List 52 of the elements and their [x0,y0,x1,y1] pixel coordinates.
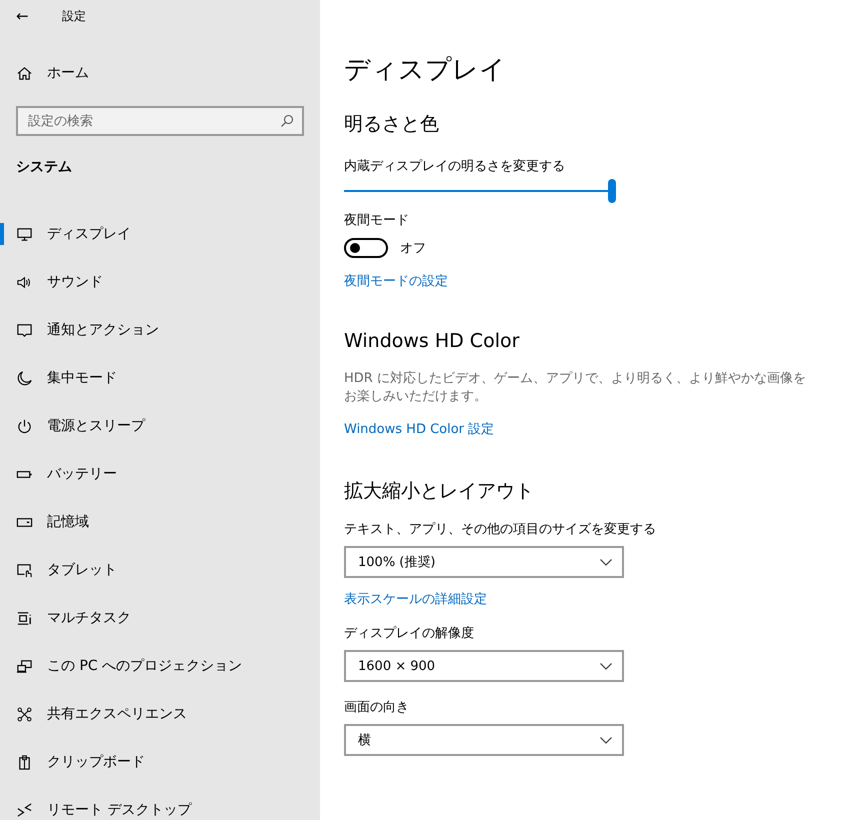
sidebar-item[interactable]: 共有エクスペリエンス [0,690,320,738]
slider-thumb[interactable] [608,179,616,203]
section-heading: 明るさと色 [344,112,440,137]
sidebar-item[interactable]: マルチタスク [0,594,320,642]
hd-color-link[interactable]: Windows HD Color 設定 [344,420,862,438]
sidebar-item[interactable]: ディスプレイ [0,210,320,258]
dropdown-label: テキスト、アプリ、その他の項目のサイズを変更する [344,521,657,538]
sidebar-item[interactable]: 電源とスリープ [0,402,320,450]
toggle-switch[interactable] [344,238,388,258]
section-heading: システム [16,158,73,176]
multitask-icon [16,610,33,626]
clipboard-icon [16,754,33,770]
speech-bubble-icon [16,322,33,338]
tablet-icon [16,562,33,578]
search-field[interactable]: 設定の検索 [16,106,304,136]
page-title: ディスプレイ [344,54,507,87]
sidebar-item[interactable]: 記憶域 [0,498,320,546]
section-heading: Windows HD Color [344,330,520,352]
moon-icon [16,370,33,386]
night-mode-link[interactable]: 夜間モードの設定 [344,272,862,290]
sidebar-item[interactable]: この PC へのプロジェクション [0,642,320,690]
monitor-icon [16,226,33,242]
sidebar-item[interactable]: サウンド [0,258,320,306]
share-nodes-icon [16,706,33,722]
back-button[interactable]: ← [16,7,62,25]
home-icon [16,64,33,82]
remote-desktop-icon [16,802,33,818]
home-item[interactable]: ホーム [0,49,320,97]
chevron-down-icon [600,558,612,566]
scale-settings-link[interactable]: 表示スケールの詳細設定 [344,590,862,608]
dropdown[interactable]: 1600 × 900 [344,650,624,682]
chevron-down-icon [600,662,612,670]
sidebar-item[interactable]: タブレット [0,546,320,594]
dropdown[interactable]: 横 [344,724,624,756]
sidebar-item[interactable]: 集中モード [0,354,320,402]
dropdown-label: 画面の向き [344,699,410,716]
dropdown-label: ディスプレイの解像度 [344,625,475,642]
toggle-state: オフ [400,240,426,257]
sidebar-item[interactable]: バッテリー [0,450,320,498]
chevron-down-icon [600,736,612,744]
sidebar-item[interactable]: クリップボード [0,738,320,786]
dropdown[interactable]: 100% (推奨) [344,546,624,578]
sidebar-item[interactable]: リモート デスクトップ [0,786,320,820]
description: HDR に対応したビデオ、ゲーム、アプリで、より明るく、より鮮やかな画像をお楽しみいただけます。 [344,370,807,406]
window-title: 設定 [62,8,86,24]
projection-icon [16,658,33,674]
search-icon [280,114,294,128]
section-heading: 拡大縮小とレイアウト [344,479,535,504]
sidebar-item[interactable]: 通知とアクション [0,306,320,354]
toggle-label: 夜間モード [344,212,410,229]
power-icon [16,418,33,434]
slider-label: 内蔵ディスプレイの明るさを変更する [344,158,566,175]
